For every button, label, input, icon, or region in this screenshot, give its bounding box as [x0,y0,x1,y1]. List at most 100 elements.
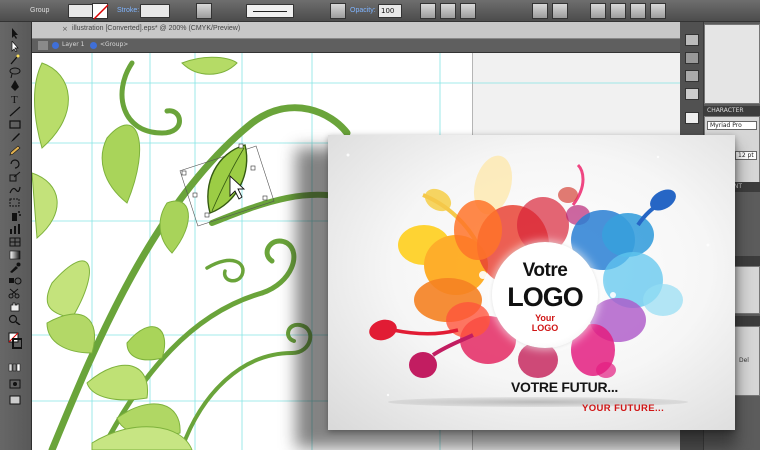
type-tool[interactable]: T [8,93,22,104]
pen-tool[interactable] [8,80,22,91]
opacity-field[interactable]: 100 [378,4,402,18]
logo-badge: Votre LOGO Your LOGO [492,242,598,348]
swatches-panel-icon[interactable] [685,52,699,64]
free-transform-icon [9,198,20,207]
stroke-weight-field[interactable] [140,4,170,18]
align-left-button[interactable] [590,3,606,19]
mesh-tool-icon [9,237,21,247]
no-fill-icon [93,4,109,20]
arrange-button[interactable] [552,3,568,19]
tagline-english: YOUR FUTURE... [582,403,665,414]
eyedropper-icon [10,262,21,273]
scale-tool[interactable] [8,171,22,182]
blend-tool-icon [9,277,22,285]
symbol-sprayer-tool[interactable] [8,210,22,221]
brush-definition-dropdown[interactable] [246,4,294,18]
pencil-tool[interactable] [8,145,22,156]
document-title: illustration [Converted].eps* @ 200% (CM… [72,25,241,32]
graph-tool[interactable] [8,223,22,234]
variable-width-button[interactable] [196,3,212,19]
fill-stroke-swatches[interactable] [8,332,22,354]
hand-tool-icon [10,302,20,312]
paintbrush-icon [11,133,20,142]
isolation-breadcrumb: Layer 1 <Group> [32,39,680,53]
screen-mode-icon [9,395,21,405]
selection-tool[interactable] [8,28,22,39]
symbol-sprayer-icon [12,211,21,221]
pen-tool-icon [11,80,19,91]
distribute-button[interactable] [650,3,666,19]
symbols-panel-icon[interactable] [685,88,699,100]
drawing-mode-buttons[interactable] [8,378,22,389]
stroke-panel-icon[interactable] [685,112,699,124]
opacity-label: Opacity: [350,7,376,14]
color-mode-icon [8,363,21,372]
leaves [32,56,238,450]
blend-tool[interactable] [8,275,22,286]
zoom-tool[interactable] [8,314,22,325]
breadcrumb-layer[interactable]: Layer 1 [62,41,84,48]
zoom-tool-icon [8,314,21,325]
tagline-french: VOTRE FUTUR... [511,379,619,395]
group-label: Group [30,7,50,14]
lasso-icon [9,67,21,78]
eyedropper-tool[interactable] [8,262,22,273]
breadcrumb-group[interactable]: <Group> [100,41,128,48]
direct-selection-tool[interactable] [8,41,22,52]
rectangle-tool[interactable] [8,119,22,130]
type-tool-icon: T [11,94,18,104]
transform-button[interactable] [532,3,548,19]
no-fill-swatch[interactable] [92,3,109,20]
free-transform-tool[interactable] [8,197,22,208]
mesh-tool[interactable] [8,236,22,247]
stroke-label: Stroke: [117,7,140,14]
character-panel-header[interactable]: CHARACTER [704,106,760,116]
line-tool-icon [9,106,21,117]
align-center-button[interactable] [610,3,626,19]
svg-text:T: T [11,94,18,104]
layer-color-icon [52,42,59,49]
screen-mode-button[interactable] [8,394,22,405]
document-tab[interactable]: × illustration [Converted].eps* @ 200% (… [32,22,680,39]
rotate-tool-icon [10,159,20,169]
delete-label: Del [739,357,749,364]
hand-tool[interactable] [8,301,22,312]
rectangle-tool-icon [9,120,21,129]
tools-panel: T [0,22,32,450]
logo-text-votre: Votre [522,260,568,281]
isolate-group-button[interactable] [440,3,456,19]
scale-tool-icon [9,171,21,182]
close-icon[interactable]: × [62,25,70,33]
control-bar: Group Stroke: Opacity: 100 [0,0,760,22]
recolor-artwork-button[interactable] [420,3,436,19]
color-mode-buttons[interactable] [8,362,22,373]
lasso-tool[interactable] [8,67,22,78]
scissors-tool[interactable] [8,288,22,299]
align-right-button[interactable] [630,3,646,19]
warp-tool[interactable] [8,184,22,195]
brushes-panel-icon[interactable] [685,70,699,82]
stroke-preview-line [253,11,287,12]
gradient-tool[interactable] [8,249,22,260]
color-panel-icon[interactable] [685,34,699,46]
line-tool[interactable] [8,106,22,117]
paintbrush-tool[interactable] [8,132,22,143]
logo-text-your-logo: LOGO [531,323,559,333]
rotate-tool[interactable] [8,158,22,169]
logo-text-logo: LOGO [507,282,584,312]
selection-tool-icon [12,28,18,39]
graph-tool-icon [10,224,20,234]
style-swatch-button[interactable] [330,3,346,19]
pencil-icon [9,145,21,156]
font-size-field[interactable]: 12 pt [735,151,757,160]
back-arrow-icon[interactable] [38,41,48,50]
magic-wand-tool[interactable] [8,54,22,65]
drawing-mode-icon [9,379,21,389]
scissors-icon [8,288,20,299]
logo-text-your: Your [535,313,555,323]
font-family-field[interactable]: Myriad Pro [707,121,757,130]
align-button[interactable] [460,3,476,19]
direct-selection-tool-icon [11,41,19,52]
magic-wand-icon [10,54,20,65]
layers-panel [704,24,760,104]
